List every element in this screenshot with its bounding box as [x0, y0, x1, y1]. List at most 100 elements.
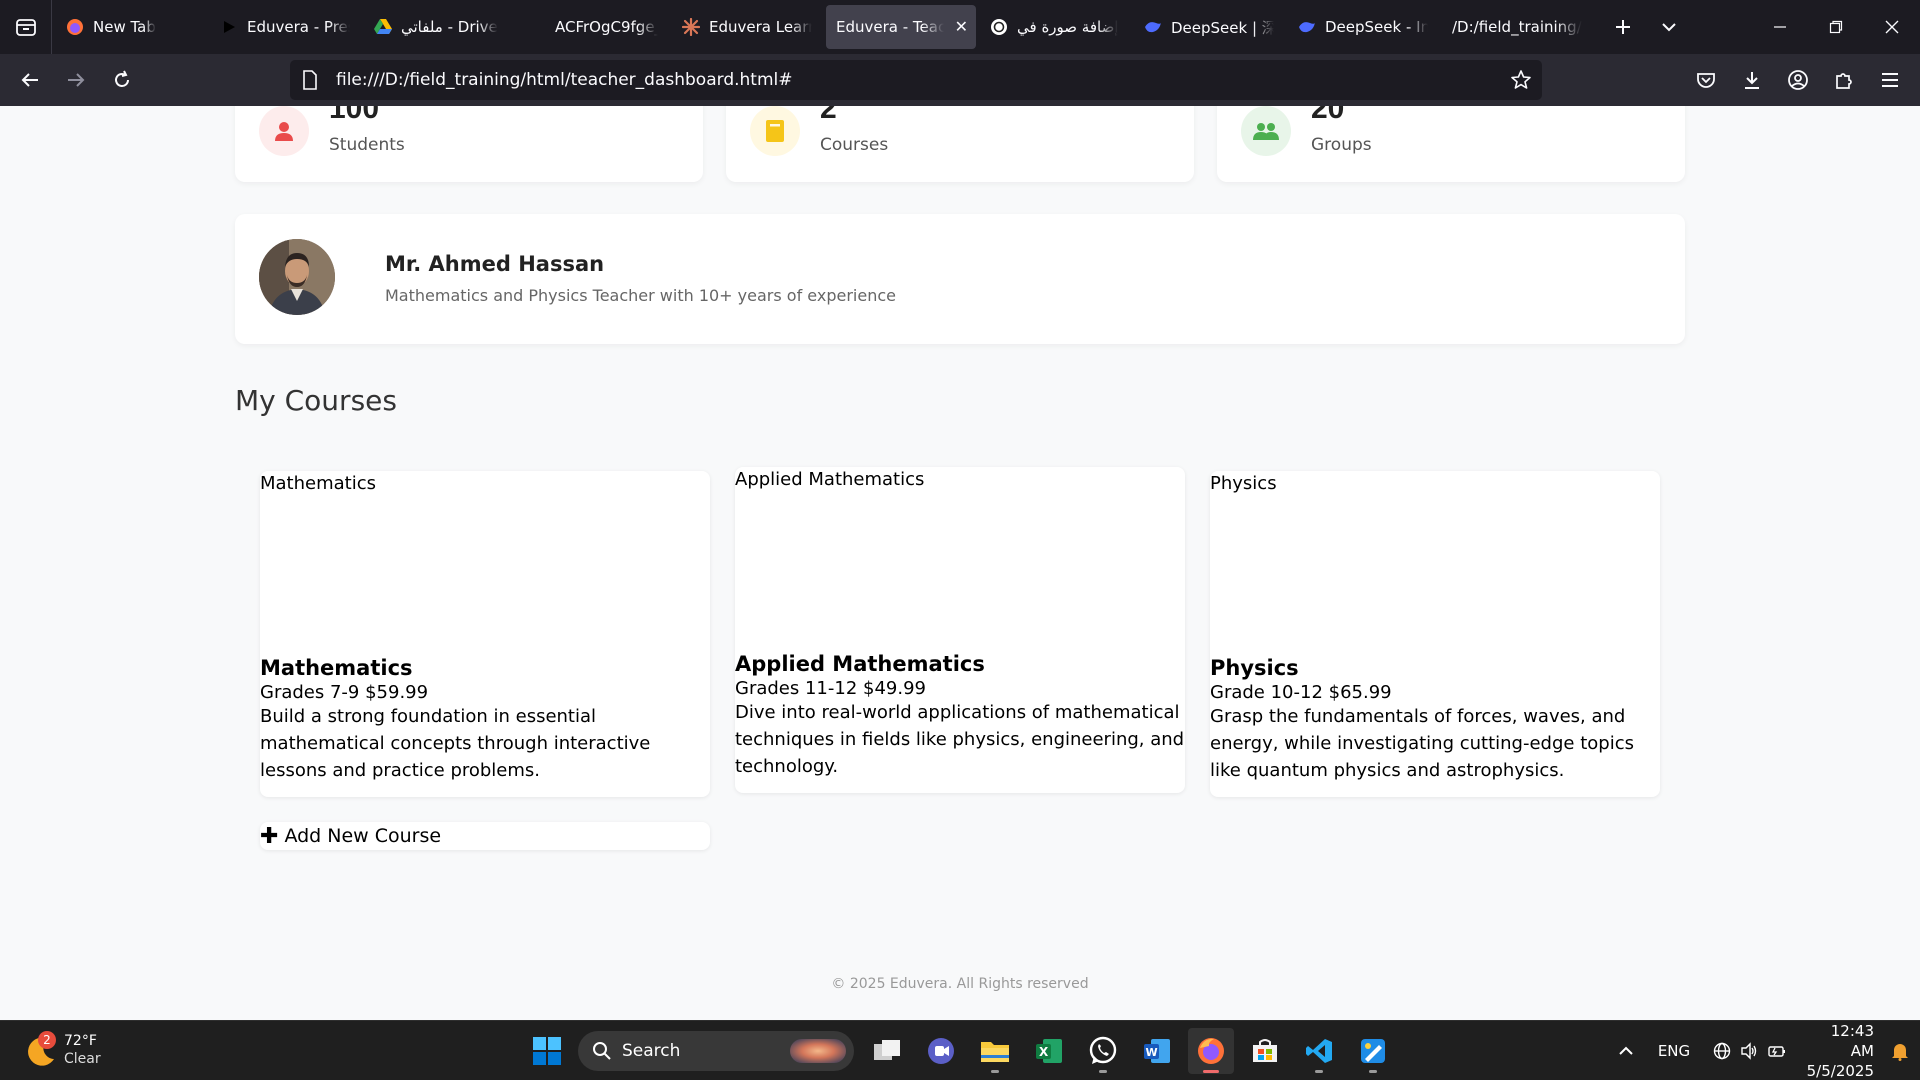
download-icon	[1745, 72, 1759, 89]
tab-field-training[interactable]: /D:/field_training/co	[1442, 5, 1592, 49]
extensions-button[interactable]	[1822, 58, 1866, 102]
clock[interactable]: 12:43 AM 5/5/2025	[1798, 1021, 1880, 1080]
weather-temp: 72°F	[64, 1033, 97, 1049]
search-highlight-image	[790, 1039, 846, 1063]
google-drive-icon	[374, 18, 392, 36]
tab-label: Eduvera - Presentation	[247, 18, 350, 36]
downloads-button[interactable]	[1730, 58, 1774, 102]
file-explorer-app[interactable]	[972, 1028, 1018, 1074]
course-meta: Grades 7-9 $59.99	[260, 682, 429, 703]
chatgpt-icon	[990, 18, 1008, 36]
course-card-mathematics[interactable]: Mathematics Mathematics Grades 7-9 $59.9…	[260, 471, 710, 797]
battery-charging-icon	[1768, 1046, 1786, 1057]
stat-label: Students	[329, 135, 405, 155]
course-meta: Grades 11-12 $49.99	[735, 678, 926, 699]
hamburger-menu-icon	[1882, 73, 1898, 87]
reload-button[interactable]	[100, 58, 144, 102]
whatsapp-icon	[1089, 1036, 1117, 1064]
tab-add-image[interactable]: إضافة صورة في	[980, 5, 1130, 49]
language-indicator[interactable]: ENG	[1646, 1021, 1702, 1080]
show-hidden-icons-button[interactable]	[1606, 1021, 1646, 1080]
stat-label: Courses	[820, 135, 889, 155]
new-tab-button[interactable]	[1600, 0, 1646, 54]
course-card-physics[interactable]: Physics Physics Grade 10-12 $65.99 Grasp…	[1210, 471, 1660, 797]
vscode-icon	[1306, 1039, 1332, 1063]
tab-list-icon	[15, 19, 36, 36]
minimize-button[interactable]	[1752, 0, 1808, 54]
tab-label: New Tab	[93, 18, 156, 36]
notification-badge: 2	[38, 1031, 56, 1049]
teacher-bio: Mathematics and Physics Teacher with 10+…	[385, 286, 896, 305]
minimize-icon	[1774, 26, 1786, 28]
course-description: Build a strong foundation in essential m…	[260, 706, 651, 781]
plus-icon: ✚	[260, 823, 279, 849]
word-app[interactable]: W	[1134, 1028, 1180, 1074]
address-bar[interactable]: file:///D:/field_training/html/teacher_d…	[290, 60, 1542, 100]
course-image-alt-text: Applied Mathematics	[735, 469, 925, 490]
restore-button[interactable]	[1808, 0, 1864, 54]
arrow-right-icon	[68, 73, 85, 87]
firefox-icon	[66, 18, 84, 36]
book-icon	[750, 106, 800, 156]
account-button[interactable]	[1776, 58, 1820, 102]
clock-time: 12:43 AM	[1830, 1022, 1874, 1060]
stat-value: 100	[329, 106, 380, 125]
bookmark-star-icon[interactable]	[1510, 69, 1532, 96]
teams-app[interactable]	[918, 1028, 964, 1074]
tab-eduvera-learning[interactable]: Eduvera Learning	[672, 5, 822, 49]
tab-deepseek-1[interactable]: DeepSeek | 深度	[1134, 5, 1284, 49]
whatsapp-app[interactable]	[1080, 1028, 1126, 1074]
list-all-tabs-button[interactable]	[1646, 0, 1692, 54]
stat-card-groups: 20 Groups	[1217, 106, 1685, 182]
taskbar-search[interactable]: Search	[578, 1031, 854, 1071]
play-icon	[220, 18, 238, 36]
tab-deepseek-2[interactable]: DeepSeek - Into	[1288, 5, 1438, 49]
url-text[interactable]: file:///D:/field_training/html/teacher_d…	[336, 70, 792, 90]
task-view-button[interactable]	[864, 1028, 910, 1074]
stat-card-students: 100 Students	[235, 106, 703, 182]
windows-logo-icon	[533, 1037, 561, 1065]
stat-value: 2	[820, 106, 837, 125]
firefox-app[interactable]	[1188, 1028, 1234, 1074]
add-course-label: Add New Course	[284, 825, 442, 847]
close-window-button[interactable]	[1864, 0, 1920, 54]
tab-acfrog[interactable]: ACFrOgC9fge_s	[518, 5, 668, 49]
menu-button[interactable]	[1868, 58, 1912, 102]
tab-eduvera-teacher[interactable]: Eduvera - Teacher ✕	[826, 5, 976, 49]
microsoft-store-app[interactable]	[1242, 1028, 1288, 1074]
footer-copyright: © 2025 Eduvera. All Rights reserved	[831, 976, 1089, 992]
task-view-icon	[874, 1040, 900, 1060]
network-volume-battery-group[interactable]	[1702, 1021, 1798, 1080]
chevron-up-icon	[1619, 1046, 1633, 1055]
avatar	[259, 239, 335, 315]
tab-label: Eduvera - Teacher	[836, 18, 944, 36]
notifications-button[interactable]	[1880, 1021, 1920, 1080]
paint-app[interactable]	[1350, 1028, 1396, 1074]
course-card-applied-mathematics[interactable]: Applied Mathematics Applied Mathematics …	[735, 467, 1185, 793]
vscode-app[interactable]	[1296, 1028, 1342, 1074]
bell-icon	[1892, 1044, 1908, 1061]
weather-widget[interactable]: 2 72°F Clear	[22, 1029, 112, 1073]
pocket-button[interactable]	[1684, 58, 1728, 102]
blank-icon	[528, 18, 546, 36]
chevron-down-icon	[1662, 23, 1676, 32]
close-icon	[1885, 20, 1899, 34]
tab-eduvera-presentation[interactable]: Eduvera - Presentation	[210, 5, 360, 49]
add-new-course-button[interactable]: ✚ Add New Course	[260, 822, 710, 850]
clock-date: 5/5/2025	[1806, 1062, 1874, 1080]
excel-app[interactable]: X	[1026, 1028, 1072, 1074]
tab-drive[interactable]: ملفاتي - Drive	[364, 5, 514, 49]
course-title: Applied Mathematics	[735, 652, 985, 676]
close-tab-icon[interactable]: ✕	[955, 17, 968, 36]
excel-icon: X	[1036, 1039, 1062, 1063]
browser-tab-bar: New Tab Eduvera - Presentation ملفاتي - …	[0, 0, 1920, 54]
back-button[interactable]	[8, 58, 52, 102]
tab-new-tab[interactable]: New Tab	[56, 5, 206, 49]
start-button[interactable]	[524, 1028, 570, 1074]
tab-label: DeepSeek - Into	[1325, 18, 1428, 36]
tab-list-button[interactable]	[0, 0, 52, 54]
tab-label: ACFrOgC9fge_s	[555, 18, 658, 36]
forward-button[interactable]	[54, 58, 98, 102]
paint-icon	[1361, 1039, 1385, 1063]
stat-value: 20	[1311, 106, 1345, 125]
